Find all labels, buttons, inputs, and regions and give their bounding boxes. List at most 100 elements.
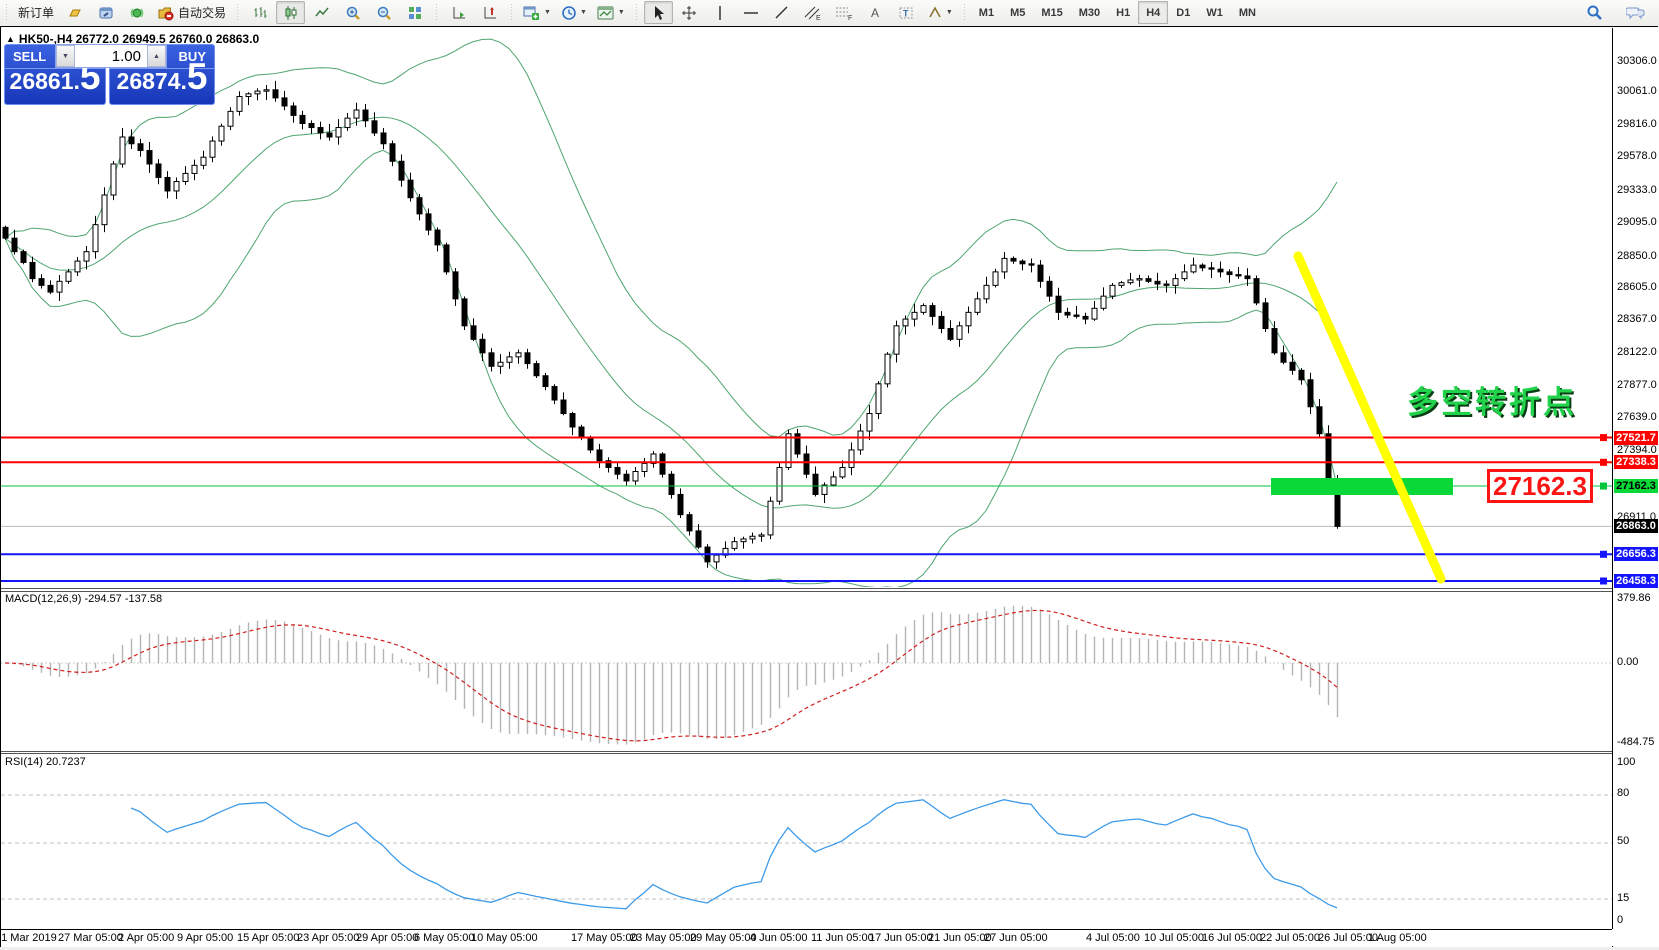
trendline-tool-button[interactable] [768, 1, 797, 24]
price-axis-label: 27639.0 [1617, 411, 1657, 423]
timeframe-button-m30[interactable]: M30 [1071, 1, 1108, 24]
bar-chart-button[interactable] [245, 1, 274, 24]
chat-button[interactable] [1621, 1, 1650, 24]
time-axis-label: 11 Jun 05:00 [811, 932, 874, 944]
chart-window[interactable]: ▲ HK50-,H4 26772.0 26949.5 26760.0 26863… [0, 26, 1658, 947]
zoom-out-icon [376, 5, 392, 21]
time-axis-label: 27 Jun 05:00 [984, 932, 1048, 944]
rsi-axis-label: 50 [1617, 835, 1629, 847]
timeframe-button-m5[interactable]: M5 [1002, 1, 1033, 24]
timeframe-button-mn[interactable]: MN [1231, 1, 1264, 24]
gold-ingot-icon [67, 5, 83, 21]
tile-windows-button[interactable] [400, 1, 429, 24]
one-click-trading-panel: SELL 26861.5 BUY 26874.5 ▼ ▲ [4, 44, 215, 105]
timeframe-button-h1[interactable]: H1 [1108, 1, 1138, 24]
zoom-out-button[interactable] [369, 1, 398, 24]
price-tag: 26656.3 [1614, 547, 1658, 561]
timeframe-button-w1[interactable]: W1 [1198, 1, 1231, 24]
main-toolbar: 新订单 自动交易 ▼ ▼ [0, 0, 1659, 25]
templates-dropdown-button[interactable]: ▼ [593, 1, 629, 24]
volume-control: ▼ ▲ [55, 44, 167, 68]
timeframe-button-d1[interactable]: D1 [1168, 1, 1198, 24]
line-chart-button[interactable] [307, 1, 336, 24]
auto-scroll-button[interactable] [444, 1, 473, 24]
arrows-dropdown-button[interactable]: ▼ [923, 1, 957, 24]
time-axis-label: 9 Apr 05:00 [177, 932, 233, 944]
template-chart-icon [597, 5, 615, 21]
macd-axis-label: 0.00 [1617, 656, 1638, 668]
equidistant-channel-tool-button[interactable]: E [799, 1, 828, 24]
horizontal-line-tool-button[interactable] [737, 1, 766, 24]
time-axis-label: 21 Mar 2019 [0, 932, 57, 944]
price-axis-label: 30306.0 [1617, 55, 1657, 67]
price-axis-label: 30061.0 [1617, 85, 1657, 97]
search-button[interactable] [1580, 1, 1609, 24]
rsi-axis-label: 0 [1617, 914, 1623, 926]
timeframe-button-h4[interactable]: H4 [1138, 1, 1168, 24]
time-axis-label: 29 May 05:00 [690, 932, 757, 944]
macd-axis-label: -484.75 [1617, 736, 1654, 748]
cursor-tool-button[interactable] [644, 1, 673, 24]
periodicity-dropdown-button[interactable]: ▼ [557, 1, 591, 24]
ohlc-collapse-icon[interactable]: ▲ [6, 34, 15, 44]
macd-indicator-label: MACD(12,26,9) -294.57 -137.58 [5, 593, 162, 605]
text-tool-button[interactable]: A [861, 1, 890, 24]
time-axis-label: 15 Apr 05:00 [237, 932, 299, 944]
broadcast-icon [129, 5, 145, 21]
rsi-indicator-label: RSI(14) 20.7237 [5, 756, 86, 768]
timeframe-button-m15[interactable]: M15 [1033, 1, 1070, 24]
candlestick-chart-icon [283, 5, 299, 21]
auto-scroll-icon [451, 5, 467, 21]
horizontal-line-icon [743, 5, 759, 21]
rsi-axis-label: 15 [1617, 892, 1629, 904]
svg-text:A: A [871, 6, 879, 20]
price-level-annotation-box: 27162.3 [1487, 469, 1593, 503]
time-axis-label: 16 Jul 05:00 [1202, 932, 1262, 944]
zoom-in-button[interactable] [338, 1, 367, 24]
toolbar-gripper [235, 4, 240, 22]
fibonacci-icon: F [835, 5, 853, 21]
rsi-axis-label: 80 [1617, 787, 1629, 799]
terminal-window-button[interactable] [91, 1, 120, 24]
volume-increase-button[interactable]: ▲ [147, 45, 166, 67]
price-axis-label: 28850.0 [1617, 250, 1657, 262]
svg-text:E: E [816, 15, 821, 21]
chart-shift-button[interactable] [475, 1, 504, 24]
price-axis-label: 29578.0 [1617, 150, 1657, 162]
time-axis-label: 22 Jul 05:00 [1260, 932, 1320, 944]
dropdown-arrow-icon: ▼ [544, 9, 551, 16]
chart-canvas[interactable] [1, 27, 1659, 946]
gold-ingot-icon-button[interactable] [60, 1, 89, 24]
price-tag: 27338.3 [1614, 455, 1658, 469]
broadcast-button[interactable] [122, 1, 151, 24]
trendline-icon [774, 5, 790, 21]
volume-decrease-button[interactable]: ▼ [56, 45, 75, 67]
fibonacci-tool-button[interactable]: F [830, 1, 859, 24]
price-axis-label: 28367.0 [1617, 313, 1657, 325]
vertical-line-icon [712, 5, 728, 21]
timeframe-button-m1[interactable]: M1 [971, 1, 1002, 24]
volume-input[interactable] [75, 45, 147, 67]
new-order-button[interactable]: 新订单 [14, 1, 58, 24]
time-axis[interactable]: 21 Mar 201927 Mar 05:002 Apr 05:009 Apr … [1, 930, 1612, 947]
time-axis-label: 21 Jun 05:00 [928, 932, 992, 944]
toolbar-gripper [4, 4, 9, 22]
time-axis-label: 2 Apr 05:00 [118, 932, 174, 944]
new-chart-dropdown-button[interactable]: ▼ [519, 1, 555, 24]
price-axis[interactable]: 30306.030061.029816.029578.029333.029095… [1613, 27, 1659, 947]
text-label-tool-button[interactable]: T [892, 1, 921, 24]
candlestick-chart-button[interactable] [276, 1, 305, 24]
crosshair-tool-button[interactable] [675, 1, 704, 24]
tile-windows-icon [407, 5, 423, 21]
time-axis-label: 27 Mar 05:00 [58, 932, 123, 944]
time-axis-label: 17 Jun 05:00 [869, 932, 933, 944]
auto-trading-button[interactable]: 自动交易 [153, 1, 230, 24]
vertical-line-tool-button[interactable] [706, 1, 735, 24]
autotrading-folder-icon [157, 5, 175, 21]
crosshair-icon [681, 5, 697, 21]
macd-axis-label: 379.86 [1617, 592, 1651, 604]
mt4-application: { "toolbar": { "new_order_label": "新订单",… [0, 0, 1659, 950]
svg-text:F: F [848, 15, 852, 21]
text-icon: A [867, 5, 883, 21]
price-axis-label: 27877.0 [1617, 379, 1657, 391]
